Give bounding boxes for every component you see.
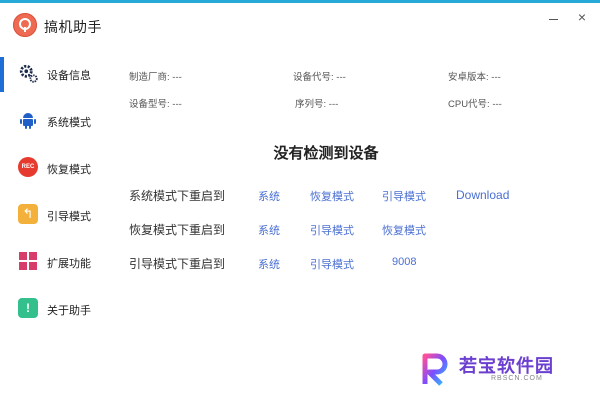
bootloader-to-system-button[interactable]: 系统 — [258, 256, 280, 272]
sidebar-item-label: 引导模式 — [47, 211, 91, 223]
bootloader-reboot-label: 引导模式下重启到 — [129, 257, 226, 271]
android-version-info: 安卓版本: --- — [448, 72, 501, 83]
gear-icon — [18, 63, 38, 83]
manufacturer-info: 制造厂商: --- — [129, 72, 182, 83]
recovery-to-system-button[interactable]: 系统 — [258, 222, 280, 238]
sidebar-item-device-info[interactable]: 设备信息 — [0, 51, 102, 98]
codename-info: 设备代号: --- — [293, 72, 346, 83]
app-logo-icon — [13, 13, 37, 37]
sidebar-item-label: 恢复模式 — [47, 164, 91, 176]
watermark-subtext: RBSCN.COM — [491, 375, 543, 382]
watermark: 若宝软件园 RBSCN.COM — [415, 350, 585, 390]
back-arrow-icon: ↰ — [18, 204, 38, 224]
watermark-logo-icon — [422, 353, 448, 386]
system-reboot-label: 系统模式下重启到 — [129, 189, 226, 203]
bootloader-to-bootloader-button[interactable]: 引导模式 — [310, 256, 354, 272]
sidebar-item-system-mode[interactable]: 系统模式 — [0, 98, 102, 145]
status-message: 没有检测到设备 — [273, 145, 379, 162]
recovery-to-recovery-button[interactable]: 恢复模式 — [382, 222, 426, 238]
android-icon — [18, 110, 38, 130]
system-to-download-button[interactable]: Download — [456, 188, 509, 202]
sidebar-item-boot-mode[interactable]: ↰ 引导模式 — [0, 192, 102, 239]
title-bar: 搞机助手 × — [0, 3, 600, 47]
info-icon: ! — [18, 298, 38, 318]
sidebar-item-about[interactable]: ! 关于助手 — [0, 286, 102, 333]
system-to-bootloader-button[interactable]: 引导模式 — [382, 188, 426, 204]
sidebar-item-label: 关于助手 — [47, 305, 91, 317]
cpu-info: CPU代号: --- — [448, 99, 502, 110]
system-to-recovery-button[interactable]: 恢复模式 — [310, 188, 354, 204]
recovery-to-bootloader-button[interactable]: 引导模式 — [310, 222, 354, 238]
serial-info: 序列号: --- — [295, 99, 339, 110]
app-title: 搞机助手 — [44, 19, 102, 35]
model-info: 设备型号: --- — [129, 99, 182, 110]
system-to-system-button[interactable]: 系统 — [258, 188, 280, 204]
close-button[interactable]: × — [574, 9, 590, 25]
recovery-reboot-label: 恢复模式下重启到 — [129, 223, 226, 237]
sidebar-item-label: 设备信息 — [47, 70, 91, 82]
sidebar-item-label: 系统模式 — [47, 117, 91, 129]
sidebar: 设备信息 系统模式 REC 恢复模式 ↰ 引导模式 扩展功能 ! 关于助手 — [0, 51, 102, 333]
sidebar-item-extensions[interactable]: 扩展功能 — [0, 239, 102, 286]
grid-icon — [18, 251, 38, 271]
sidebar-item-label: 扩展功能 — [47, 258, 91, 270]
bootloader-to-9008-button[interactable]: 9008 — [392, 256, 416, 268]
minimize-button[interactable] — [546, 11, 562, 27]
